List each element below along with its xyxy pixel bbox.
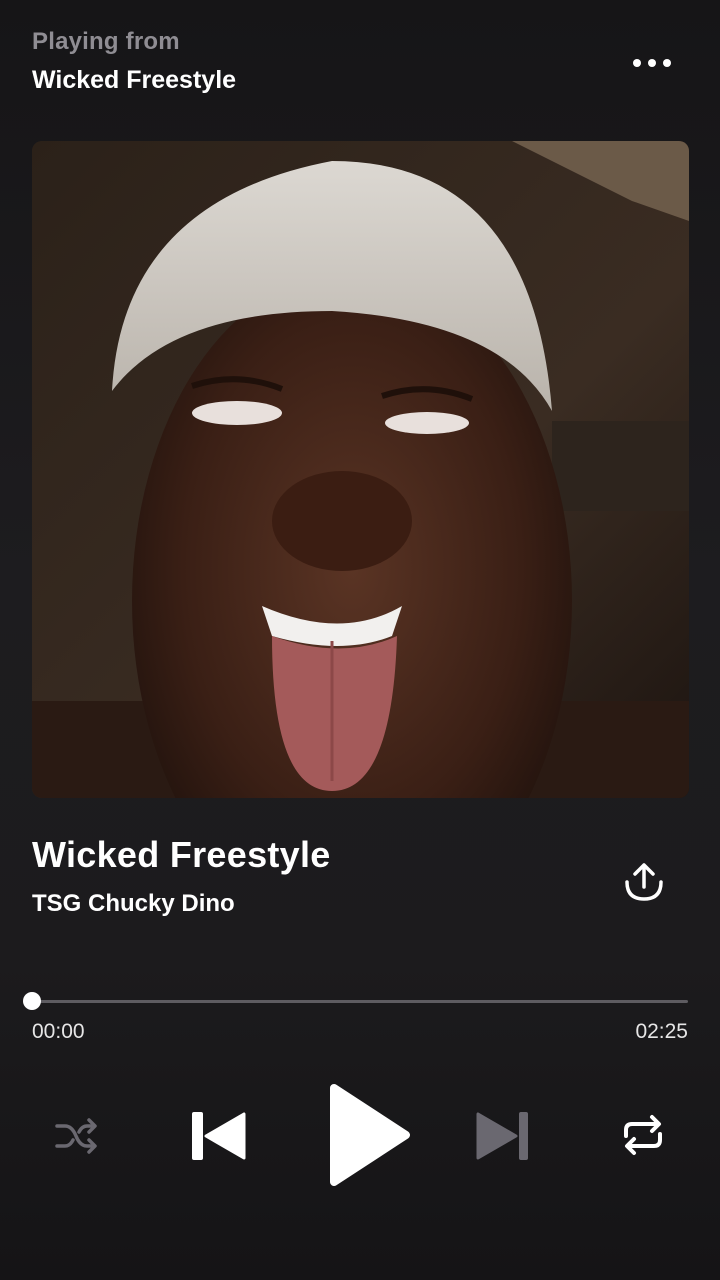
player-header: Playing from Wicked Freestyle bbox=[32, 28, 236, 95]
elapsed-time: 00:00 bbox=[32, 1020, 85, 1043]
shuffle-button[interactable] bbox=[52, 1112, 100, 1160]
shuffle-icon bbox=[55, 1118, 97, 1154]
repeat-button[interactable] bbox=[618, 1110, 668, 1160]
previous-track-button[interactable] bbox=[188, 1106, 248, 1166]
playback-progress-slider[interactable] bbox=[23, 990, 688, 1012]
album-artwork bbox=[32, 141, 689, 798]
next-track-button[interactable] bbox=[474, 1106, 534, 1166]
play-button[interactable] bbox=[326, 1080, 412, 1190]
repeat-icon bbox=[624, 1115, 662, 1155]
total-duration: 02:25 bbox=[635, 1020, 688, 1043]
share-button[interactable] bbox=[618, 855, 670, 907]
skip-previous-icon bbox=[192, 1112, 246, 1160]
skip-next-icon bbox=[476, 1112, 528, 1160]
more-options-button[interactable] bbox=[624, 48, 680, 78]
progress-thumb[interactable] bbox=[23, 992, 41, 1010]
share-upload-icon bbox=[625, 863, 663, 901]
playing-from-label: Playing from bbox=[32, 28, 180, 55]
progress-track bbox=[32, 1000, 688, 1003]
play-icon bbox=[330, 1084, 410, 1186]
track-title: Wicked Freestyle bbox=[32, 834, 331, 875]
playing-from-source[interactable]: Wicked Freestyle bbox=[32, 66, 236, 95]
track-artist[interactable]: TSG Chucky Dino bbox=[32, 890, 235, 918]
more-horizontal-icon bbox=[633, 59, 641, 67]
